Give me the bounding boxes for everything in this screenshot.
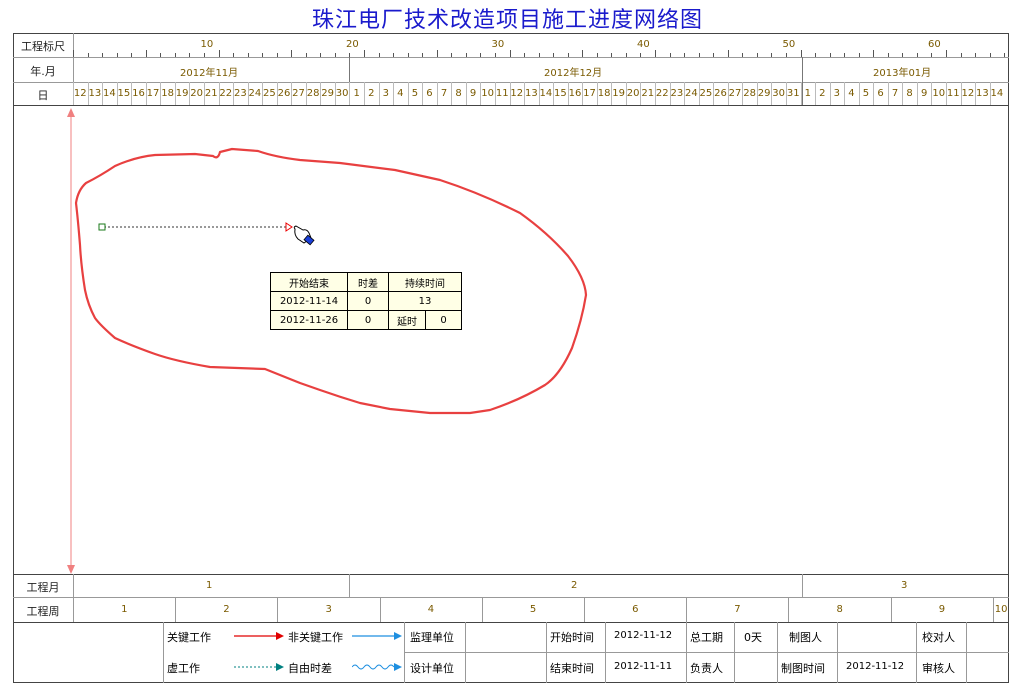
legend-noncritical-label: 非关键工作 [288, 631, 343, 644]
start-node [98, 223, 106, 231]
week-divider [175, 597, 177, 622]
total-period-label: 总工期 [690, 631, 723, 644]
week-divider [890, 597, 892, 622]
info-header-duration: 持续时间 [388, 272, 462, 292]
design-unit-label: 设计单位 [410, 662, 454, 675]
axis-arrow-down [67, 565, 75, 574]
month-divider [802, 574, 803, 597]
legend-free-float-wave [352, 663, 402, 671]
legend-virtual-label: 虚工作 [167, 662, 200, 675]
activity-info-box: 开始结束 时差 持续时间 2012-11-14 0 13 2012-11-26 … [270, 272, 462, 330]
info-duration: 13 [388, 291, 462, 311]
project-week-cell: 2 [223, 604, 230, 615]
project-week-cell: 9 [938, 604, 946, 615]
draw-time-value: 2012-11-12 [846, 661, 905, 672]
info-delay-label: 延时 [388, 310, 426, 330]
week-divider [379, 597, 381, 622]
week-divider [277, 597, 279, 622]
drafter-label: 制图人 [789, 631, 822, 644]
project-week-cell: 3 [325, 604, 332, 615]
project-week-cell: 4 [427, 604, 435, 615]
hand-cursor-icon [293, 225, 315, 246]
row-divider [13, 597, 1009, 598]
footer-row-divider [404, 652, 1009, 653]
info-start-float: 0 [347, 291, 389, 311]
week-divider [992, 597, 994, 622]
end-time-value: 2012-11-11 [614, 661, 673, 672]
footer-divider [163, 622, 164, 683]
reviewer-label: 审核人 [922, 662, 955, 675]
week-divider [788, 597, 790, 622]
network-canvas[interactable] [0, 0, 1015, 695]
supervisor-label: 监理单位 [410, 631, 454, 644]
info-end-date: 2012-11-26 [270, 310, 348, 330]
draw-time-label: 制图时间 [781, 662, 825, 675]
info-start-date: 2012-11-14 [270, 291, 348, 311]
legend-critical-arrow [234, 632, 284, 640]
project-week-cell: 10 [994, 604, 1008, 615]
start-time-value: 2012-11-12 [614, 630, 673, 641]
info-header-start-end: 开始结束 [270, 272, 348, 292]
col-divider [73, 574, 74, 622]
responsible-label: 负责人 [690, 662, 723, 675]
info-delay-value: 0 [425, 310, 462, 330]
project-week-cell: 7 [734, 604, 741, 615]
info-header-float: 时差 [347, 272, 389, 292]
legend-free-float-label: 自由时差 [288, 662, 332, 675]
week-divider [584, 597, 585, 622]
legend-noncritical-arrow [352, 632, 402, 640]
axis-arrow-up [67, 108, 75, 117]
month-divider [349, 574, 350, 597]
end-time-label: 结束时间 [550, 662, 594, 675]
legend-virtual-arrow [234, 663, 284, 671]
project-week-cell: 1 [121, 604, 128, 615]
project-week-cell: 8 [836, 604, 843, 615]
week-divider [686, 597, 688, 622]
row-divider [13, 574, 1009, 575]
info-end-float: 0 [347, 310, 389, 330]
proofreader-label: 校对人 [922, 631, 955, 644]
end-arrow [285, 222, 293, 232]
project-week-label: 工程周 [26, 605, 60, 618]
project-month-label: 工程月 [26, 581, 60, 594]
legend-critical-label: 关键工作 [167, 631, 211, 644]
project-week-cell: 6 [632, 604, 639, 615]
total-period-value: 0天 [744, 631, 762, 644]
project-month-1: 1 [206, 580, 213, 591]
project-month-3: 3 [901, 580, 908, 591]
start-time-label: 开始时间 [550, 631, 594, 644]
project-month-2: 2 [571, 580, 578, 591]
project-week-cell: 5 [529, 604, 537, 615]
week-divider [481, 597, 483, 622]
